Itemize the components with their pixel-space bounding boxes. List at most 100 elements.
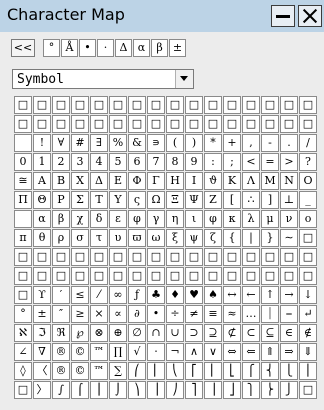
char-cell[interactable]: ⎠: [166, 381, 184, 399]
char-cell[interactable]: □: [147, 115, 165, 133]
char-cell[interactable]: ⇒: [280, 343, 298, 361]
char-cell[interactable]: Σ: [71, 191, 89, 209]
char-cell[interactable]: ◊: [14, 362, 32, 380]
char-cell[interactable]: □: [166, 267, 184, 285]
char-cell[interactable]: □: [33, 115, 51, 133]
char-cell[interactable]: □: [280, 115, 298, 133]
char-cell[interactable]: ∠: [14, 343, 32, 361]
char-cell[interactable]: ∫: [52, 381, 70, 399]
char-cell[interactable]: Η: [166, 172, 184, 190]
char-cell[interactable]: …: [242, 305, 260, 323]
char-cell[interactable]: ⎫: [242, 381, 260, 399]
char-cell[interactable]: Λ: [242, 172, 260, 190]
char-cell[interactable]: ⎯: [280, 305, 298, 323]
char-cell[interactable]: β: [52, 210, 70, 228]
char-cell[interactable]: ϑ: [204, 172, 222, 190]
char-cell[interactable]: Φ: [128, 172, 146, 190]
char-cell[interactable]: ⊥: [280, 191, 298, 209]
char-cell[interactable]: □: [299, 229, 317, 247]
char-cell[interactable]: φ: [204, 210, 222, 228]
char-cell[interactable]: !: [33, 134, 51, 152]
char-cell[interactable]: □: [71, 267, 89, 285]
char-cell[interactable]: □: [204, 96, 222, 114]
char-cell[interactable]: ⎥: [204, 381, 222, 399]
char-cell[interactable]: γ: [147, 210, 165, 228]
char-cell[interactable]: ≤: [71, 286, 89, 304]
char-cell[interactable]: ∑: [109, 362, 127, 380]
char-cell[interactable]: □: [242, 115, 260, 133]
char-cell[interactable]: ≡: [204, 305, 222, 323]
char-cell[interactable]: →: [280, 286, 298, 304]
char-cell[interactable]: _: [299, 191, 317, 209]
char-cell[interactable]: □: [166, 248, 184, 266]
char-cell[interactable]: □: [185, 115, 203, 133]
char-cell[interactable]: ∈: [280, 324, 298, 342]
char-cell[interactable]: □: [223, 96, 241, 114]
char-cell[interactable]: ⇔: [223, 343, 241, 361]
char-cell[interactable]: Κ: [223, 172, 241, 190]
char-cell[interactable]: □: [299, 96, 317, 114]
font-select[interactable]: Symbol: [12, 69, 194, 89]
char-cell[interactable]: 9: [185, 153, 203, 171]
char-cell[interactable]: □: [185, 96, 203, 114]
char-cell[interactable]: ⌡: [109, 381, 127, 399]
char-cell[interactable]: ℵ: [14, 324, 32, 342]
char-cell[interactable]: □: [90, 248, 108, 266]
char-cell[interactable]: □: [261, 96, 279, 114]
char-cell[interactable]: □: [33, 96, 51, 114]
char-cell[interactable]: π: [14, 229, 32, 247]
char-cell[interactable]: Ι: [185, 172, 203, 190]
char-cell[interactable]: |: [242, 229, 260, 247]
char-cell[interactable]: +: [223, 134, 241, 152]
char-cell[interactable]: 2: [52, 153, 70, 171]
char-cell[interactable]: [14, 210, 32, 228]
char-cell[interactable]: ⎩: [280, 362, 298, 380]
close-icon[interactable]: [298, 5, 322, 27]
char-cell[interactable]: :: [204, 153, 222, 171]
char-cell[interactable]: ω: [147, 229, 165, 247]
char-cell[interactable]: ∩: [147, 324, 165, 342]
char-cell[interactable]: □: [280, 248, 298, 266]
char-cell[interactable]: >: [280, 153, 298, 171]
char-cell[interactable]: □: [14, 96, 32, 114]
char-cell[interactable]: □: [90, 96, 108, 114]
char-cell[interactable]: ϖ: [128, 229, 146, 247]
recent-char[interactable]: α: [133, 39, 150, 57]
char-cell[interactable]: 0: [14, 153, 32, 171]
char-cell[interactable]: □: [71, 96, 89, 114]
char-cell[interactable]: ′: [52, 286, 70, 304]
char-cell[interactable]: □: [128, 96, 146, 114]
char-cell[interactable]: □: [261, 267, 279, 285]
char-cell[interactable]: □: [128, 115, 146, 133]
char-cell[interactable]: Θ: [33, 191, 51, 209]
char-cell[interactable]: □: [204, 267, 222, 285]
char-cell[interactable]: Δ: [90, 172, 108, 190]
char-cell[interactable]: □: [204, 115, 222, 133]
char-cell[interactable]: ∍: [147, 134, 165, 152]
char-cell[interactable]: □: [223, 267, 241, 285]
char-cell[interactable]: ⊂: [242, 324, 260, 342]
char-cell[interactable]: ψ: [185, 229, 203, 247]
char-cell[interactable]: □: [128, 267, 146, 285]
char-cell[interactable]: □: [52, 96, 70, 114]
char-cell[interactable]: 〉: [33, 381, 51, 399]
char-cell[interactable]: ⎬: [261, 381, 279, 399]
char-cell[interactable]: □: [14, 286, 32, 304]
char-cell[interactable]: ∨: [204, 343, 222, 361]
char-cell[interactable]: □: [299, 381, 317, 399]
char-cell[interactable]: ⊇: [204, 324, 222, 342]
char-cell[interactable]: ∧: [185, 343, 203, 361]
char-cell[interactable]: ∪: [166, 324, 184, 342]
char-cell[interactable]: ⏐: [261, 305, 279, 323]
char-cell[interactable]: □: [147, 267, 165, 285]
char-cell[interactable]: □: [52, 115, 70, 133]
char-cell[interactable]: 8: [166, 153, 184, 171]
char-cell[interactable]: ƒ: [128, 286, 146, 304]
char-cell[interactable]: ⋅: [147, 343, 165, 361]
char-cell[interactable]: ν: [280, 210, 298, 228]
char-cell[interactable]: □: [128, 248, 146, 266]
char-cell[interactable]: 〈: [33, 362, 51, 380]
char-cell[interactable]: ©: [71, 362, 89, 380]
char-cell[interactable]: Τ: [90, 191, 108, 209]
char-cell[interactable]: α: [33, 210, 51, 228]
